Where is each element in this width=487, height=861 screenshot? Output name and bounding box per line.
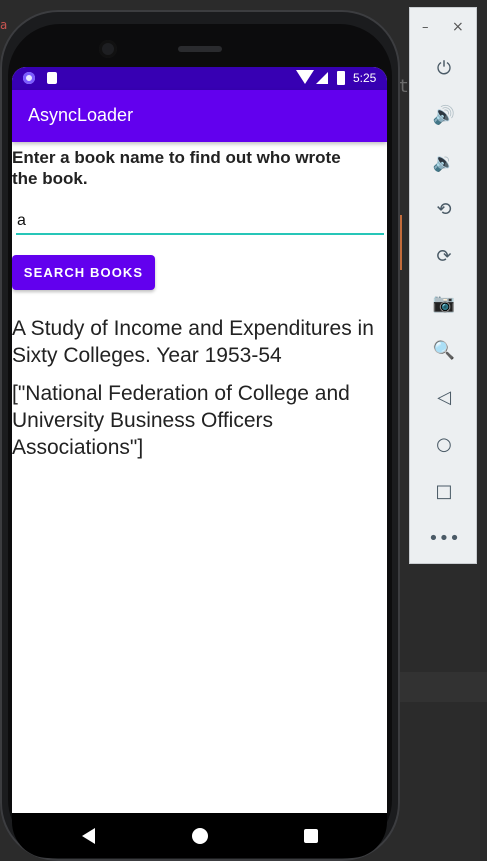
camera-icon[interactable]: 📷 bbox=[410, 288, 478, 318]
ide-code-fragment: a bbox=[0, 18, 8, 32]
power-icon[interactable]: ⏻ bbox=[410, 53, 478, 83]
zoom-icon[interactable]: 🔍 bbox=[410, 335, 478, 365]
more-icon[interactable]: ••• bbox=[410, 523, 478, 553]
nav-overview-icon[interactable] bbox=[304, 829, 318, 843]
system-navigation-bar bbox=[12, 813, 387, 858]
device-frame: 5:25 AsyncLoader Enter a book name to fi… bbox=[0, 10, 400, 861]
nav-back-icon[interactable] bbox=[82, 828, 95, 844]
signal-icon bbox=[316, 72, 328, 84]
battery-icon bbox=[337, 71, 345, 85]
overview-icon[interactable]: □ bbox=[410, 476, 478, 506]
ide-highlight-line bbox=[388, 672, 487, 702]
rotate-right-icon[interactable]: ⟳ bbox=[410, 241, 478, 271]
device-screen: 5:25 AsyncLoader Enter a book name to fi… bbox=[12, 67, 387, 813]
wifi-icon bbox=[296, 70, 314, 84]
volume-down-icon[interactable]: 🔉 bbox=[410, 147, 478, 177]
app-bar: AsyncLoader bbox=[12, 90, 387, 142]
home-icon[interactable]: ○ bbox=[410, 429, 478, 459]
close-button[interactable]: × bbox=[452, 19, 464, 35]
book-title-result: A Study of Income and Expenditures in Si… bbox=[12, 317, 374, 367]
front-camera bbox=[99, 40, 117, 58]
sd-card-icon bbox=[47, 72, 57, 84]
emulator-toolbar: – × ⏻ 🔊 🔉 ⟲ ⟳ 📷 🔍 ◁ ○ □ ••• bbox=[409, 7, 477, 564]
status-time: 5:25 bbox=[353, 71, 377, 85]
notification-dot-icon bbox=[23, 72, 35, 84]
volume-up-icon[interactable]: 🔊 bbox=[410, 100, 478, 130]
rotate-left-icon[interactable]: ⟲ bbox=[410, 194, 478, 224]
minimize-button[interactable]: – bbox=[422, 20, 429, 35]
instruction-text: Enter a book name to find out who wrote … bbox=[12, 148, 341, 188]
app-title: AsyncLoader bbox=[28, 105, 134, 125]
nav-home-icon[interactable] bbox=[192, 828, 208, 844]
earpiece-speaker bbox=[178, 46, 222, 52]
book-author-result: ["National Federation of College and Uni… bbox=[12, 382, 350, 459]
back-icon[interactable]: ◁ bbox=[410, 382, 478, 412]
book-search-input[interactable] bbox=[16, 209, 384, 235]
search-books-button[interactable]: SEARCH BOOKS bbox=[12, 255, 155, 290]
status-bar: 5:25 bbox=[12, 67, 387, 90]
